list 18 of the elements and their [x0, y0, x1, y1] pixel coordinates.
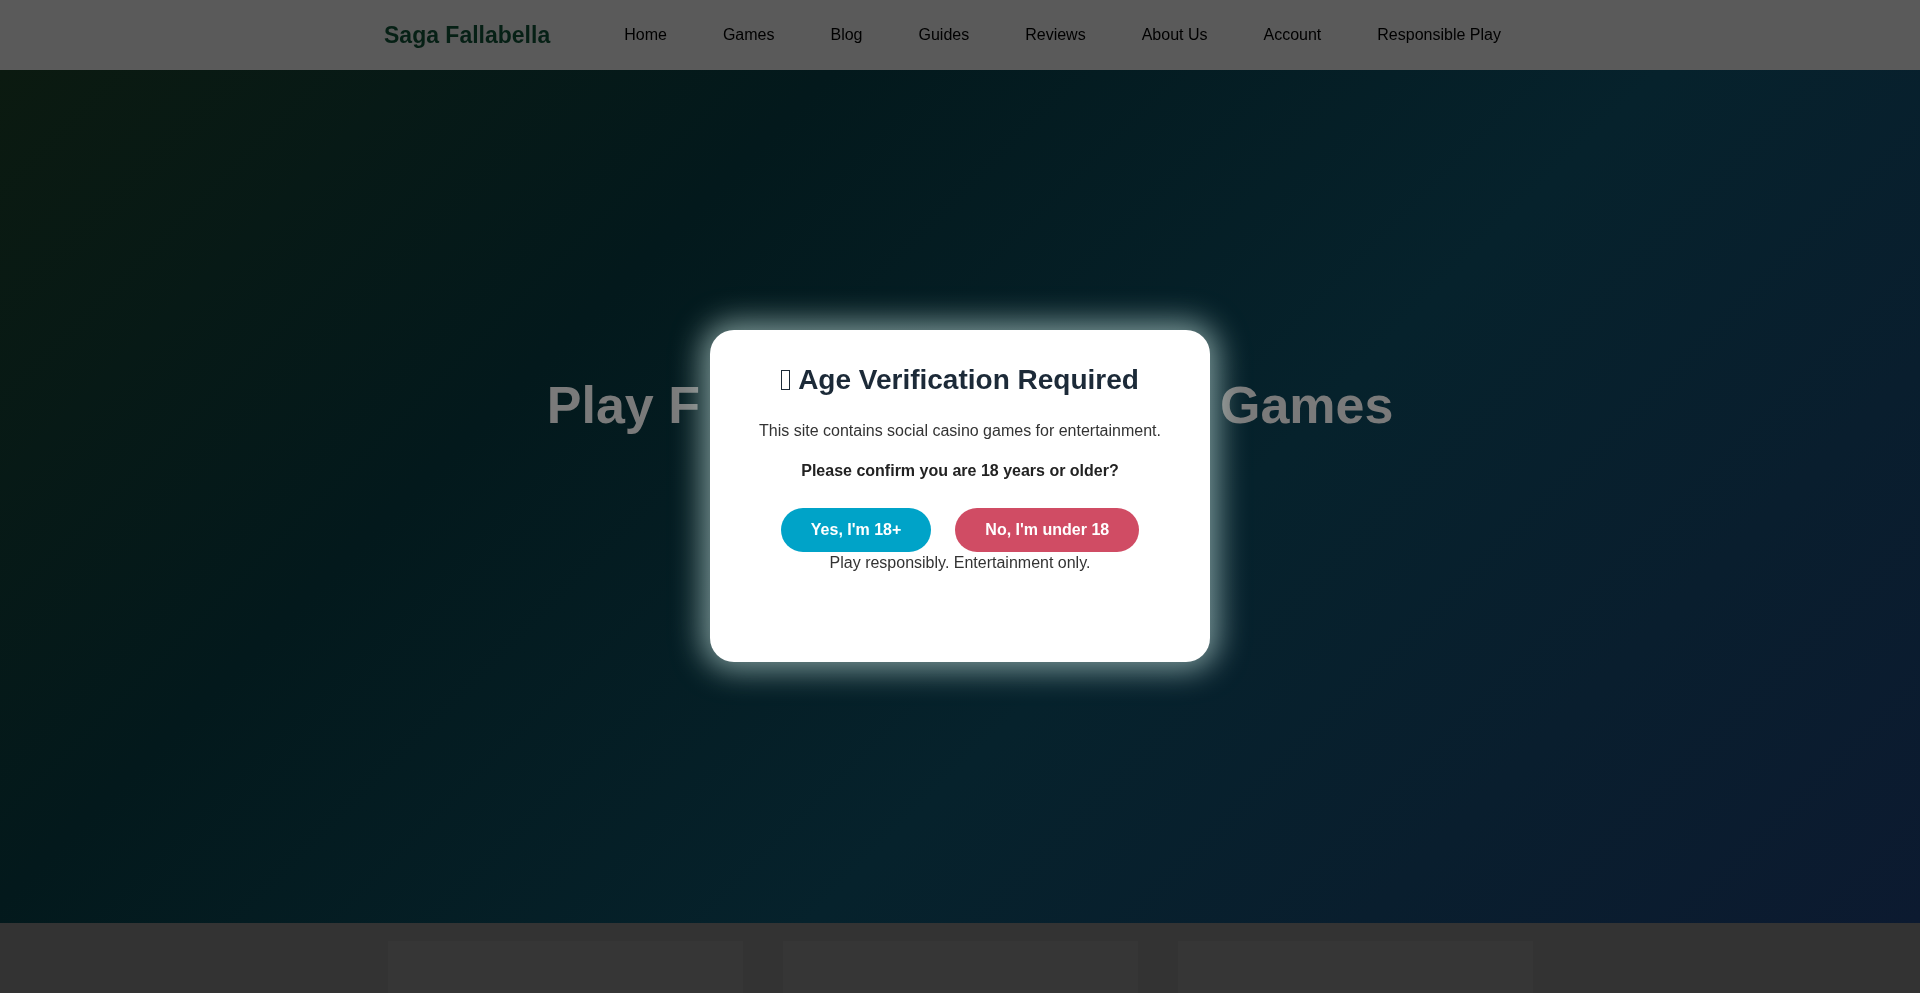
nav-link[interactable]: Games: [722, 26, 775, 44]
confirm-button[interactable]: Yes, I'm 18+: [780, 508, 932, 552]
hero-title: Games: [1220, 375, 1394, 435]
modal-text: This site contains social casino games for entertainment.: [759, 422, 1161, 440]
nav-link[interactable]: Guides: [918, 26, 970, 44]
nav-link[interactable]: Responsible Play: [1377, 26, 1501, 44]
modal-title: Age Verification Required: [798, 364, 1139, 396]
nav-link[interactable]: Account: [1263, 26, 1322, 44]
nav-link[interactable]: Reviews: [1025, 26, 1086, 44]
decline-button[interactable]: No, I'm under 18: [955, 508, 1140, 552]
missing-glyph-icon: [781, 370, 791, 390]
site-logo[interactable]: Saga Fallabella: [384, 21, 551, 49]
modal-question: Please confirm you are 18 years or older?: [801, 462, 1119, 480]
nav-link[interactable]: Blog: [830, 26, 863, 44]
nav-link[interactable]: Home: [624, 26, 667, 44]
hero-title: Play F: [546, 375, 700, 435]
modal-footnote: Play responsibly. Entertainment only.: [829, 554, 1091, 572]
nav-link[interactable]: About Us: [1141, 26, 1208, 44]
